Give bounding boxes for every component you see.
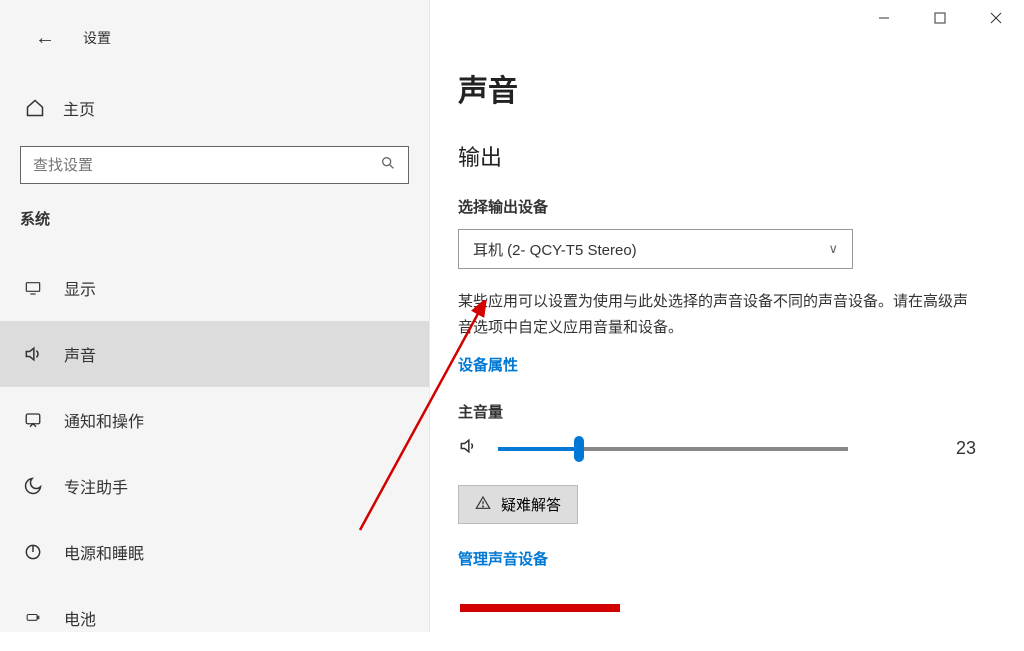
category-label: 系统 bbox=[0, 184, 429, 241]
nav-label: 声音 bbox=[64, 342, 96, 366]
sidebar-item-sound[interactable]: 声音 bbox=[0, 321, 429, 387]
search-field[interactable] bbox=[33, 157, 380, 174]
warning-icon bbox=[475, 495, 491, 515]
volume-value: 23 bbox=[956, 438, 976, 459]
troubleshoot-button[interactable]: 疑难解答 bbox=[458, 485, 578, 524]
search-icon bbox=[380, 155, 396, 176]
dropdown-value: 耳机 (2- QCY-T5 Stereo) bbox=[473, 239, 828, 260]
sidebar-item-focus[interactable]: 专注助手 bbox=[0, 453, 429, 519]
minimize-button[interactable] bbox=[856, 0, 912, 36]
battery-icon bbox=[22, 607, 44, 629]
page-title: 声音 bbox=[458, 66, 996, 110]
power-icon bbox=[22, 541, 44, 563]
home-icon bbox=[25, 98, 45, 118]
nav-list: 显示 声音 通知和操作 专注助手 电源和睡眠 电池 bbox=[0, 255, 429, 651]
sidebar-item-power[interactable]: 电源和睡眠 bbox=[0, 519, 429, 585]
volume-control: 23 bbox=[458, 436, 996, 461]
output-device-label: 选择输出设备 bbox=[458, 196, 996, 217]
window-controls bbox=[856, 0, 1024, 36]
home-label: 主页 bbox=[63, 96, 95, 120]
back-button[interactable]: ← bbox=[35, 27, 55, 50]
nav-label: 电源和睡眠 bbox=[64, 540, 144, 564]
focus-icon bbox=[22, 475, 44, 497]
volume-label: 主音量 bbox=[458, 401, 996, 422]
slider-fill bbox=[498, 447, 579, 451]
sidebar: ← 设置 主页 系统 显示 声音 bbox=[0, 0, 430, 632]
output-description: 某些应用可以设置为使用与此处选择的声音设备不同的声音设备。请在高级声音选项中自定… bbox=[458, 289, 968, 340]
speaker-icon[interactable] bbox=[458, 436, 478, 461]
nav-label: 通知和操作 bbox=[64, 408, 144, 432]
sound-icon bbox=[22, 343, 44, 365]
close-button[interactable] bbox=[968, 0, 1024, 36]
maximize-button[interactable] bbox=[912, 0, 968, 36]
output-section-title: 输出 bbox=[458, 140, 996, 172]
annotation-underline bbox=[460, 604, 620, 612]
sidebar-item-display[interactable]: 显示 bbox=[0, 255, 429, 321]
sidebar-item-notifications[interactable]: 通知和操作 bbox=[0, 387, 429, 453]
volume-slider[interactable] bbox=[498, 447, 848, 451]
nav-label: 电池 bbox=[64, 606, 96, 630]
notify-icon bbox=[22, 409, 44, 431]
sidebar-item-battery[interactable]: 电池 bbox=[0, 585, 429, 651]
troubleshoot-label: 疑难解答 bbox=[501, 494, 561, 515]
device-properties-link[interactable]: 设备属性 bbox=[458, 354, 518, 375]
nav-label: 专注助手 bbox=[64, 474, 128, 498]
main-content: 声音 输出 选择输出设备 耳机 (2- QCY-T5 Stereo) ∨ 某些应… bbox=[430, 0, 1024, 632]
window-title: 设置 bbox=[83, 28, 111, 48]
output-device-dropdown[interactable]: 耳机 (2- QCY-T5 Stereo) ∨ bbox=[458, 229, 853, 269]
manage-devices-link[interactable]: 管理声音设备 bbox=[458, 548, 548, 569]
home-nav[interactable]: 主页 bbox=[0, 88, 429, 128]
search-input[interactable] bbox=[20, 146, 409, 184]
slider-thumb[interactable] bbox=[574, 436, 584, 462]
display-icon bbox=[22, 277, 44, 299]
nav-label: 显示 bbox=[64, 276, 96, 300]
chevron-down-icon: ∨ bbox=[828, 241, 838, 257]
